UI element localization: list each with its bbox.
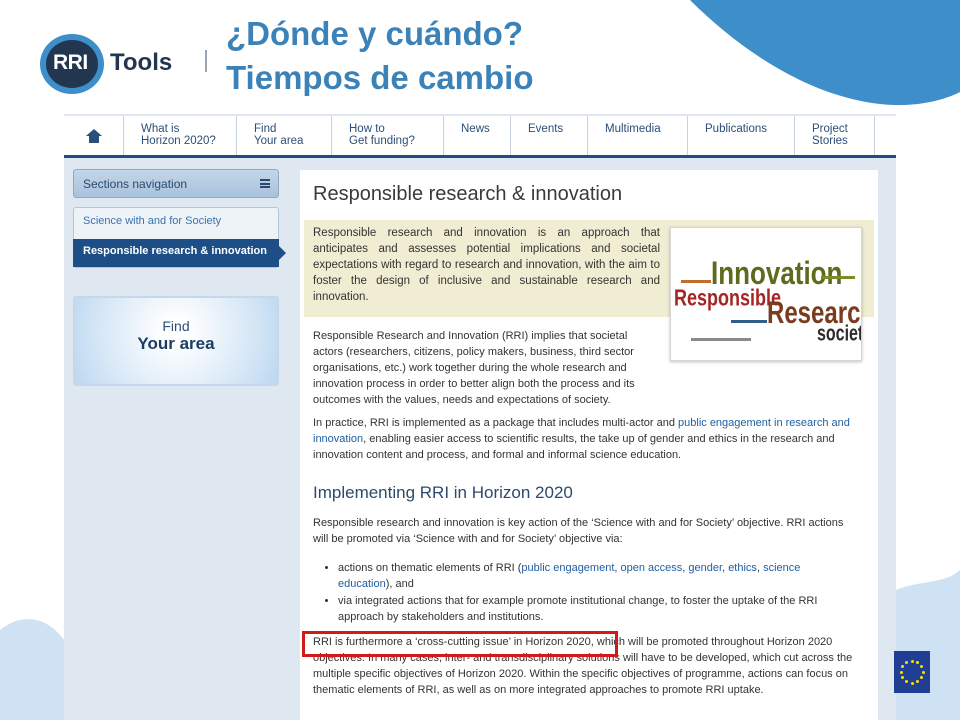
main-content: Responsible research & innovation Respon…: [300, 170, 878, 720]
eu-star: [920, 665, 924, 668]
paragraph-rri-package: In practice, RRI is implemented as a pac…: [313, 417, 850, 461]
intro-text: Responsible research and innovation is a…: [313, 227, 660, 303]
eu-star: [899, 670, 903, 674]
sections-navigation-toggle[interactable]: Sections navigation: [73, 169, 279, 198]
link-ethics[interactable]: ethics: [728, 562, 757, 574]
paragraph-rri-definition: Responsible Research and Innovation (RRI…: [313, 330, 635, 406]
list-item: via integrated actions that for example …: [338, 593, 836, 625]
eu-flag-icon: [894, 651, 930, 693]
section-heading: Implementing RRI in Horizon 2020: [313, 483, 573, 502]
logo-separator: [205, 50, 207, 72]
nav-item-get-funding[interactable]: How to Get funding?: [332, 116, 444, 155]
sections-navigation-label: Sections navigation: [83, 177, 188, 191]
eu-star: [916, 680, 919, 684]
nav-item-publications[interactable]: Publications: [688, 116, 795, 155]
slide-title-line1: ¿Dónde y cuándo?: [226, 15, 523, 52]
rri-actions-list: actions on thematic elements of RRI (pub…: [326, 560, 836, 626]
nav-item-multimedia[interactable]: Multimedia: [588, 116, 688, 155]
eu-star: [921, 670, 925, 674]
list-item: actions on thematic elements of RRI (pub…: [338, 560, 836, 592]
link-public-engagement-2[interactable]: public engagement: [521, 562, 614, 574]
slide-title: ¿Dónde y cuándo? Tiempos de cambio: [226, 12, 533, 100]
logo-rri-text: RRI: [53, 51, 88, 74]
eu-star: [910, 659, 914, 663]
rri-word-cloud-image: Innovation Responsible Research society: [670, 227, 862, 361]
eu-star: [900, 676, 904, 679]
nav-item-events[interactable]: Events: [511, 116, 588, 155]
find-banner-line2: Your area: [137, 334, 215, 353]
website-screenshot: What is Horizon 2020? Find Your area How t…: [64, 114, 896, 720]
top-navigation: What is Horizon 2020? Find Your area How t…: [64, 116, 896, 158]
find-banner-line1: Find: [162, 318, 190, 334]
wordcloud-word: Responsible: [674, 284, 782, 311]
list-icon: [260, 179, 270, 188]
eu-star: [905, 660, 908, 664]
nav-item-news[interactable]: News: [444, 116, 511, 155]
eu-star: [916, 660, 919, 664]
link-open-access[interactable]: open access: [621, 562, 683, 574]
link-gender[interactable]: gender: [688, 562, 722, 574]
wordcloud-word: society: [817, 322, 861, 347]
paragraph-key-action: Responsible research and innovation is k…: [313, 517, 844, 545]
section-menu: Science with and for Society Responsible…: [73, 207, 286, 268]
eu-star: [920, 676, 924, 679]
nav-home[interactable]: [64, 116, 124, 155]
logo-tools-text: Tools: [110, 49, 173, 76]
rri-tools-logo: RRI Tools: [40, 34, 210, 94]
page-title: Responsible research & innovation: [313, 183, 623, 205]
eu-star: [900, 665, 904, 668]
nav-item-find-area[interactable]: Find Your area: [237, 116, 332, 155]
nav-item-project-stories[interactable]: Project Stories: [795, 116, 875, 155]
red-highlight-box: [302, 631, 618, 657]
eu-star: [910, 681, 914, 685]
sidebar-item-rri-active[interactable]: Responsible research & innovation: [73, 239, 286, 267]
sidebar-item-science-society[interactable]: Science with and for Society: [83, 215, 221, 227]
eu-star: [905, 680, 908, 684]
nav-item-what-is-horizon[interactable]: What is Horizon 2020?: [124, 116, 237, 155]
slide-title-line2: Tiempos de cambio: [226, 59, 534, 96]
home-icon: [85, 128, 102, 143]
find-your-area-banner[interactable]: Find Your area: [73, 296, 279, 386]
